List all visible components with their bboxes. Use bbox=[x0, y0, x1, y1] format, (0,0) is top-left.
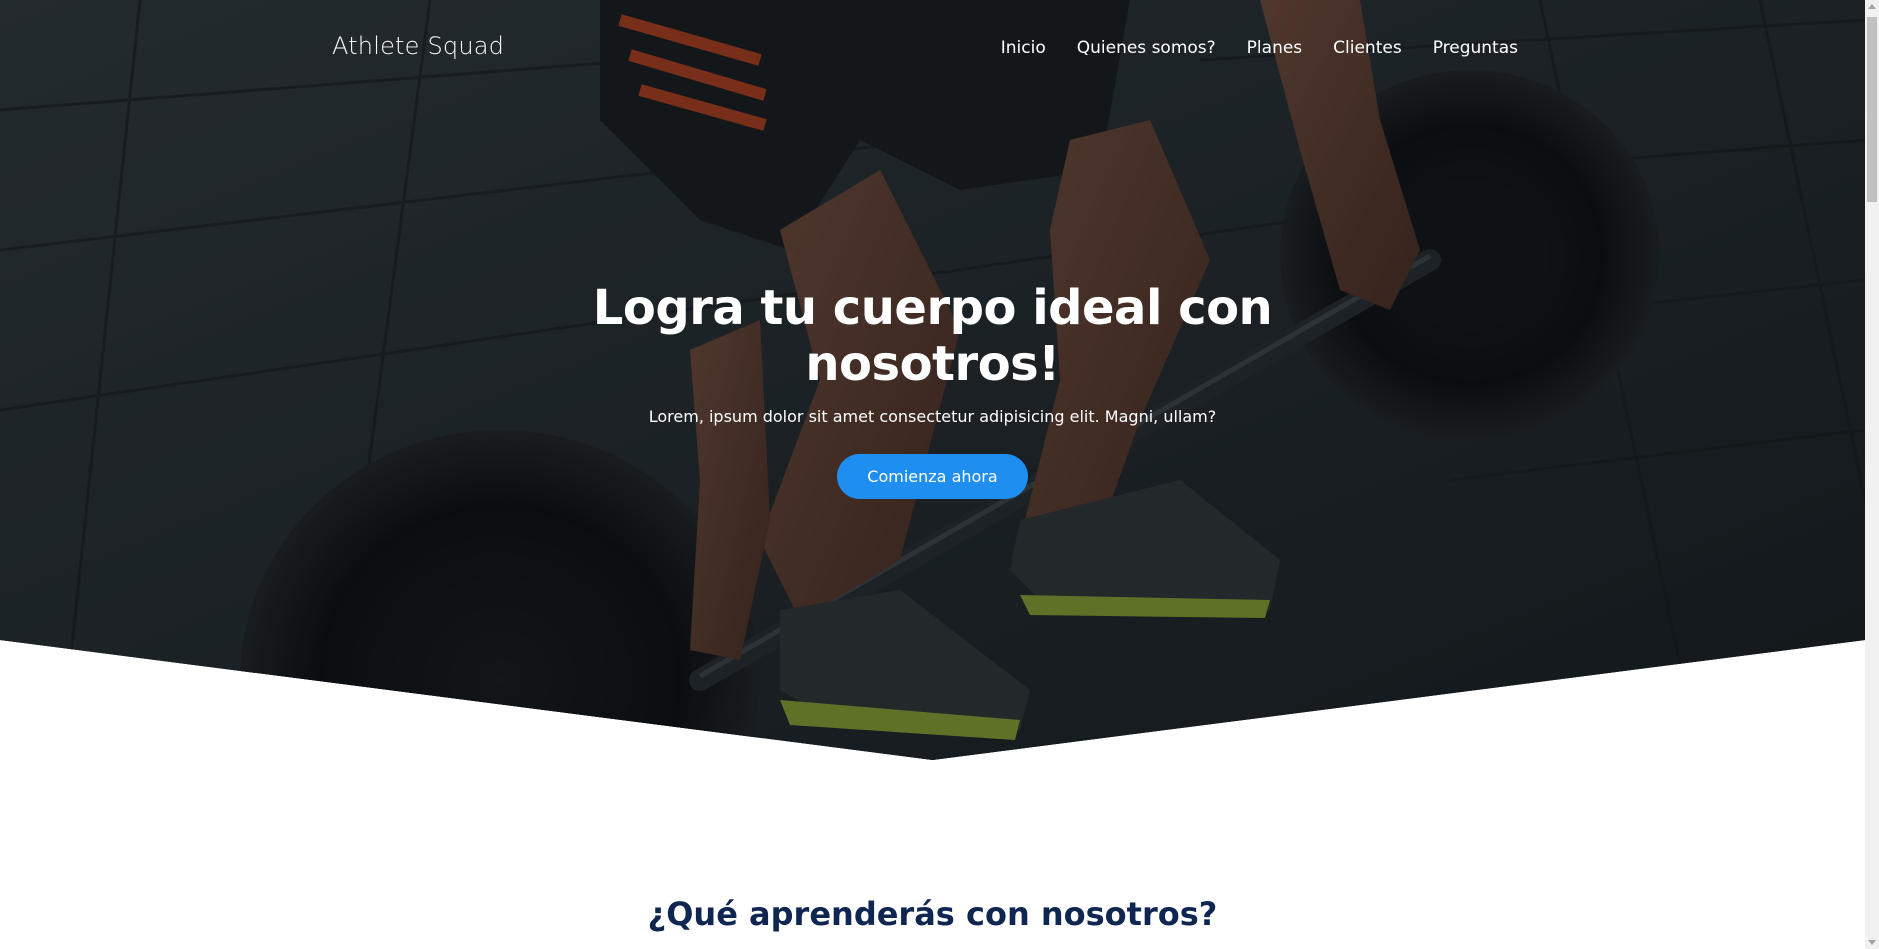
cta-button[interactable]: Comienza ahora bbox=[837, 454, 1028, 499]
scroll-up-icon[interactable] bbox=[1868, 4, 1876, 9]
nav-link-clientes[interactable]: Clientes bbox=[1333, 38, 1402, 58]
nav-link-quienes-somos[interactable]: Quienes somos? bbox=[1077, 38, 1216, 58]
nav-link-planes[interactable]: Planes bbox=[1247, 38, 1302, 58]
hero-title: Logra tu cuerpo ideal con nosotros! bbox=[592, 280, 1273, 392]
landing-page: Athlete Squad Inicio Quienes somos? Plan… bbox=[0, 0, 1879, 949]
hero-content: Logra tu cuerpo ideal con nosotros! Lore… bbox=[0, 280, 1865, 499]
scroll-down-icon[interactable] bbox=[1868, 940, 1876, 945]
nav-link-preguntas[interactable]: Preguntas bbox=[1433, 38, 1518, 58]
section-title: ¿Qué aprenderás con nosotros? bbox=[647, 895, 1218, 933]
scrollbar-thumb[interactable] bbox=[1867, 17, 1877, 202]
nav-links: Inicio Quienes somos? Planes Clientes Pr… bbox=[1001, 38, 1518, 58]
nav-link-inicio[interactable]: Inicio bbox=[1001, 38, 1046, 58]
navbar: Athlete Squad Inicio Quienes somos? Plan… bbox=[0, 0, 1865, 100]
scrollbar[interactable] bbox=[1865, 0, 1879, 949]
hero-subtitle: Lorem, ipsum dolor sit amet consectetur … bbox=[648, 407, 1217, 426]
brand-logo[interactable]: Athlete Squad bbox=[332, 32, 504, 60]
